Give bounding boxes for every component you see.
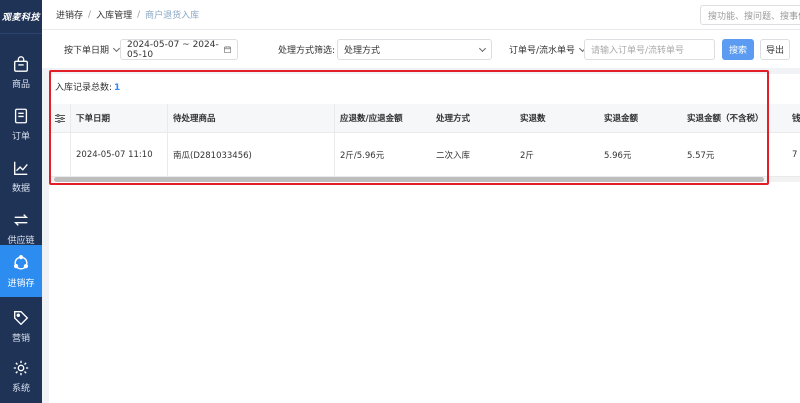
- method-select[interactable]: 处理方式: [337, 39, 492, 60]
- cell-actual-amount: 5.96元: [604, 150, 632, 161]
- method-filter-label: 处理方式筛选:: [278, 39, 335, 60]
- column-header: 实退金额（不含税）: [687, 114, 764, 124]
- breadcrumb-separator: /: [137, 9, 141, 20]
- records-count: 入库记录总数: 1: [55, 80, 120, 93]
- cell-expected-return: 2斤/5.96元: [340, 150, 385, 161]
- table-header: 下单日期 待处理商品 应退数/应退金额 处理方式 实退数 实退金额 实退金额（不…: [49, 104, 800, 133]
- sidebar-item-label: 数据: [11, 183, 30, 194]
- sidebar-item-inventory[interactable]: 进销存: [0, 245, 42, 297]
- column-header: 处理方式: [436, 114, 471, 124]
- sidebar-item-label: 系统: [11, 383, 30, 394]
- date-range-value: 2024-05-07 ~ 2024-05-10: [127, 39, 219, 60]
- sidebar-item-label: 供应链: [7, 235, 35, 246]
- cell-method: 二次入库: [436, 150, 471, 161]
- cell-product: 南瓜(D281033456): [173, 150, 252, 161]
- sidebar-item-label: 营销: [11, 333, 30, 344]
- breadcrumb: 进销存 / 入库管理 / 商户退货入库: [56, 8, 200, 22]
- cell-actual-amount-no-tax: 5.57元: [687, 150, 715, 161]
- column-settings-icon: [55, 113, 65, 123]
- order-number-input[interactable]: 请输入订单号/流转单号: [584, 39, 715, 60]
- shopping-bag-icon: [14, 55, 28, 72]
- order-type-dropdown[interactable]: 订单号/流水单号: [509, 39, 587, 60]
- scrollbar-thumb[interactable]: [54, 177, 764, 182]
- records-count-value: 1: [114, 83, 121, 93]
- calendar-icon: [223, 46, 231, 54]
- breadcrumb-item-stock-in[interactable]: 入库管理: [96, 8, 132, 21]
- horizontal-scrollbar[interactable]: [49, 177, 800, 182]
- chevron-down-icon: [478, 44, 487, 52]
- table-row[interactable]: 2024-05-07 11:10 南瓜(D281033456) 2斤/5.96元…: [49, 133, 800, 177]
- sidebar-item-system[interactable]: 系统: [0, 350, 42, 402]
- document-icon: [14, 108, 28, 123]
- cell-order-date: 2024-05-07 11:10: [76, 149, 153, 160]
- global-search-input[interactable]: 搜功能、搜问题、搜事件: [700, 5, 800, 25]
- tag-icon: [14, 310, 29, 325]
- records-panel: 入库记录总数: 1 下单日期 待处理商品 应退数/应退金额 处理方式 实退数 实退…: [49, 74, 800, 403]
- column-header: 实退金额: [604, 114, 639, 124]
- logo: 观麦科技: [0, 0, 42, 34]
- export-button-label: 导出: [765, 46, 784, 56]
- column-settings[interactable]: [49, 104, 70, 132]
- filter-bar: 按下单日期 2024-05-07 ~ 2024-05-10 处理方式筛选: 处理…: [42, 30, 800, 68]
- search-button-label: 搜索: [728, 46, 747, 56]
- breadcrumb-item-inventory[interactable]: 进销存: [56, 8, 83, 21]
- date-range-picker[interactable]: 2024-05-07 ~ 2024-05-10: [120, 39, 238, 60]
- sidebar-item-marketing[interactable]: 营销: [0, 300, 42, 352]
- sidebar-item-products[interactable]: 商品: [0, 46, 42, 98]
- date-type-label: 按下单日期: [64, 46, 110, 56]
- column-header: 下单日期: [76, 114, 111, 124]
- column-header: 实退数: [520, 114, 546, 124]
- line-chart-icon: [14, 161, 28, 175]
- sidebar: 观麦科技 商品 订单 数据 供应链 进销存 营销 系统: [0, 0, 42, 403]
- sidebar-item-label: 进销存: [7, 278, 35, 289]
- inventory-cycle-icon: [13, 254, 29, 270]
- breadcrumb-separator: /: [88, 9, 92, 20]
- cell-truncated: 7: [792, 149, 798, 160]
- method-filter-label-text: 处理方式筛选:: [278, 46, 336, 56]
- records-count-label: 入库记录总数:: [55, 83, 113, 93]
- top-header: 进销存 / 入库管理 / 商户退货入库: [42, 0, 800, 30]
- column-header: 应退数/应退金额: [340, 114, 403, 124]
- cell-actual-qty: 2斤: [520, 150, 534, 161]
- column-header: 钱: [792, 114, 800, 124]
- gear-icon: [13, 360, 29, 375]
- column-header: 待处理商品: [173, 114, 216, 124]
- search-button[interactable]: 搜索: [722, 39, 754, 60]
- sidebar-item-data[interactable]: 数据: [0, 150, 42, 202]
- date-type-dropdown[interactable]: 按下单日期: [64, 39, 121, 60]
- sidebar-item-label: 商品: [11, 79, 30, 90]
- chevron-down-icon: [112, 44, 121, 52]
- sidebar-item-label: 订单: [11, 131, 30, 142]
- global-search-placeholder: 搜功能、搜问题、搜事件: [708, 11, 800, 22]
- order-type-label: 订单号/流水单号: [509, 46, 576, 56]
- order-number-placeholder: 请输入订单号/流转单号: [591, 46, 685, 56]
- exchange-arrows-icon: [13, 213, 29, 226]
- sidebar-item-orders[interactable]: 订单: [0, 98, 42, 150]
- method-select-value: 处理方式: [344, 46, 381, 56]
- export-button[interactable]: 导出: [760, 39, 790, 60]
- breadcrumb-item-current: 商户退货入库: [145, 11, 200, 21]
